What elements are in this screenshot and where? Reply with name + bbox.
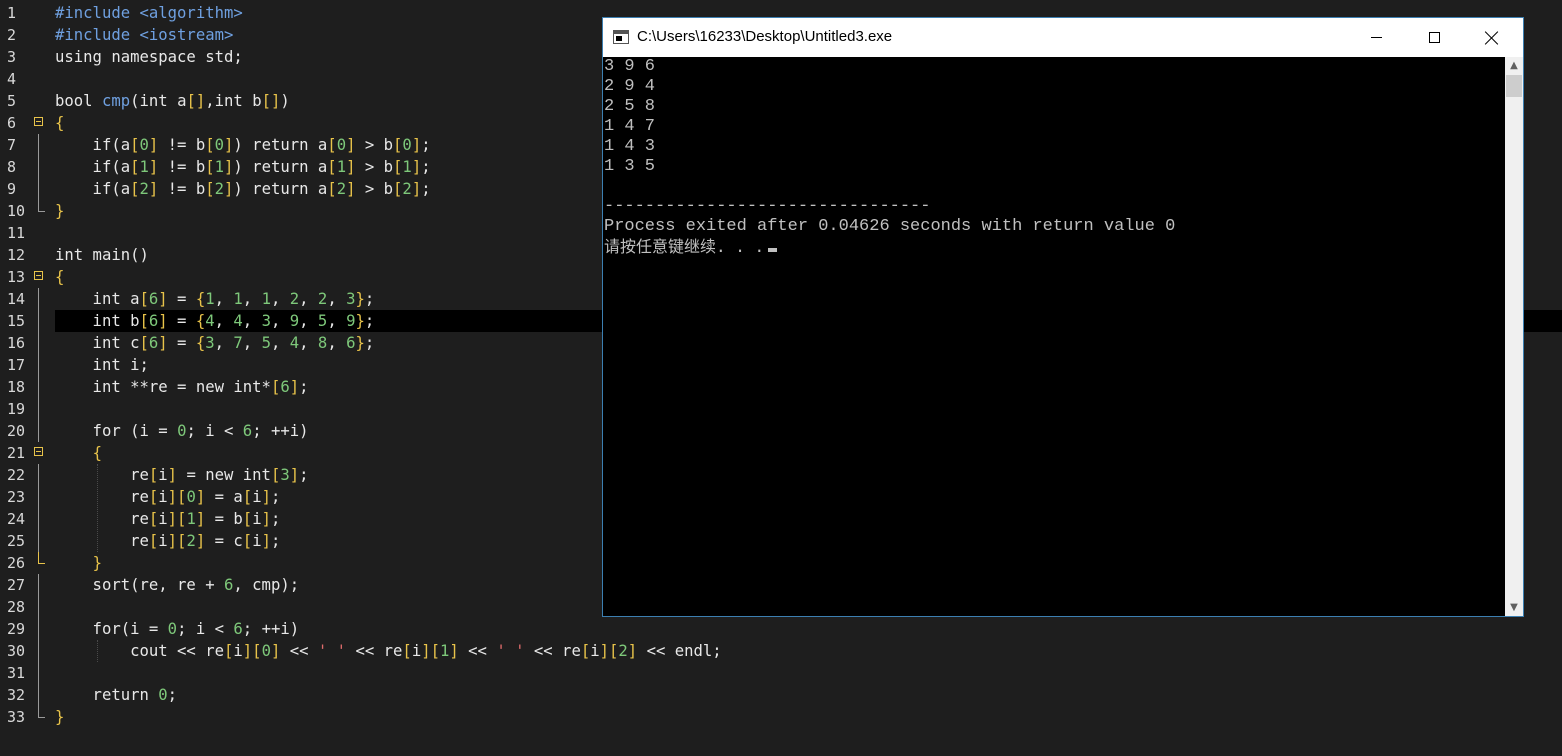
close-icon — [1485, 31, 1499, 45]
line-number: 14 — [0, 288, 50, 310]
window-title: C:\Users\16233\Desktop\Untitled3.exe — [637, 28, 893, 45]
line-number: 17 — [0, 354, 50, 376]
output-line: 1 4 7 — [604, 117, 656, 136]
line-number-gutter: 1 2 3 4 5 6 7 8 9 10 11 12 13 14 15 16 1… — [0, 2, 50, 728]
output-line: 1 4 3 — [604, 137, 656, 156]
line-number: 5 — [7, 92, 17, 110]
line-number: 8 — [0, 156, 50, 178]
continue-prompt-line: 请按任意键继续. . . — [603, 237, 1505, 257]
fold-icon[interactable] — [34, 117, 43, 126]
line-number: 30 — [0, 640, 50, 662]
output-line: 3 9 6 — [604, 57, 656, 76]
output-line: 1 3 5 — [604, 157, 656, 176]
line-number: 22 — [0, 464, 50, 486]
line-number: 10 — [0, 200, 50, 222]
line-number: 11 — [7, 224, 26, 242]
minimize-button[interactable] — [1347, 18, 1405, 57]
code-line[interactable] — [55, 662, 1562, 684]
process-exit-message: Process exited after 0.04626 seconds wit… — [604, 217, 1176, 236]
line-number: 12 — [7, 246, 26, 264]
scroll-down-arrow-icon[interactable]: ▼ — [1505, 599, 1523, 616]
line-number: 3 — [7, 48, 17, 66]
console-scrollbar[interactable]: ▲ ▼ — [1505, 57, 1523, 616]
console-titlebar[interactable]: C:\Users\16233\Desktop\Untitled3.exe — [603, 18, 1523, 57]
line-number: 9 — [0, 178, 50, 200]
output-separator: -------------------------------- — [604, 197, 931, 216]
line-number: 31 — [0, 662, 50, 684]
line-number: 19 — [0, 398, 50, 420]
close-button[interactable] — [1463, 18, 1521, 57]
line-number: 1 — [7, 4, 17, 22]
line-number: 33 — [0, 706, 50, 728]
line-number: 2 — [7, 26, 17, 44]
output-line: 2 9 4 — [604, 77, 656, 96]
line-number: 29 — [0, 618, 50, 640]
code-line[interactable]: return 0; — [55, 684, 1562, 706]
code-line[interactable]: cout << re[i][0] << ' ' << re[i][1] << '… — [55, 640, 1562, 662]
fold-icon[interactable] — [34, 271, 43, 280]
line-number: 18 — [0, 376, 50, 398]
console-output[interactable]: 3 9 6 2 9 4 2 5 8 1 4 7 1 4 3 1 3 5 ----… — [603, 57, 1505, 616]
line-number: 15 — [0, 310, 50, 332]
line-number: 26 — [0, 552, 50, 574]
maximize-button[interactable] — [1405, 18, 1463, 57]
line-number: 13 — [0, 266, 50, 288]
line-number: 6 — [0, 112, 50, 134]
line-number: 28 — [0, 596, 50, 618]
scroll-up-arrow-icon[interactable]: ▲ — [1505, 57, 1523, 74]
code-line[interactable]: for(i = 0; i < 6; ++i) — [55, 618, 1562, 640]
code-line[interactable]: } — [55, 706, 1562, 728]
console-window[interactable]: C:\Users\16233\Desktop\Untitled3.exe 3 9… — [602, 17, 1524, 617]
scrollbar-thumb[interactable] — [1506, 75, 1522, 97]
line-number: 21 — [0, 442, 50, 464]
line-number: 16 — [0, 332, 50, 354]
continue-prompt: 请按任意键继续. . . — [604, 237, 765, 256]
line-number: 32 — [0, 684, 50, 706]
indent-guide — [97, 640, 99, 662]
line-number: 20 — [0, 420, 50, 442]
line-number: 4 — [7, 70, 17, 88]
output-line: 2 5 8 — [604, 97, 656, 116]
line-number: 24 — [0, 508, 50, 530]
line-number: 27 — [0, 574, 50, 596]
minimize-icon — [1370, 37, 1382, 38]
fold-icon[interactable] — [34, 447, 43, 456]
app-console-icon — [613, 30, 629, 44]
maximize-icon — [1428, 32, 1440, 43]
line-number: 23 — [0, 486, 50, 508]
indent-guide — [97, 464, 99, 552]
text-cursor — [768, 248, 778, 252]
line-number: 25 — [0, 530, 50, 552]
line-number: 7 — [0, 134, 50, 156]
